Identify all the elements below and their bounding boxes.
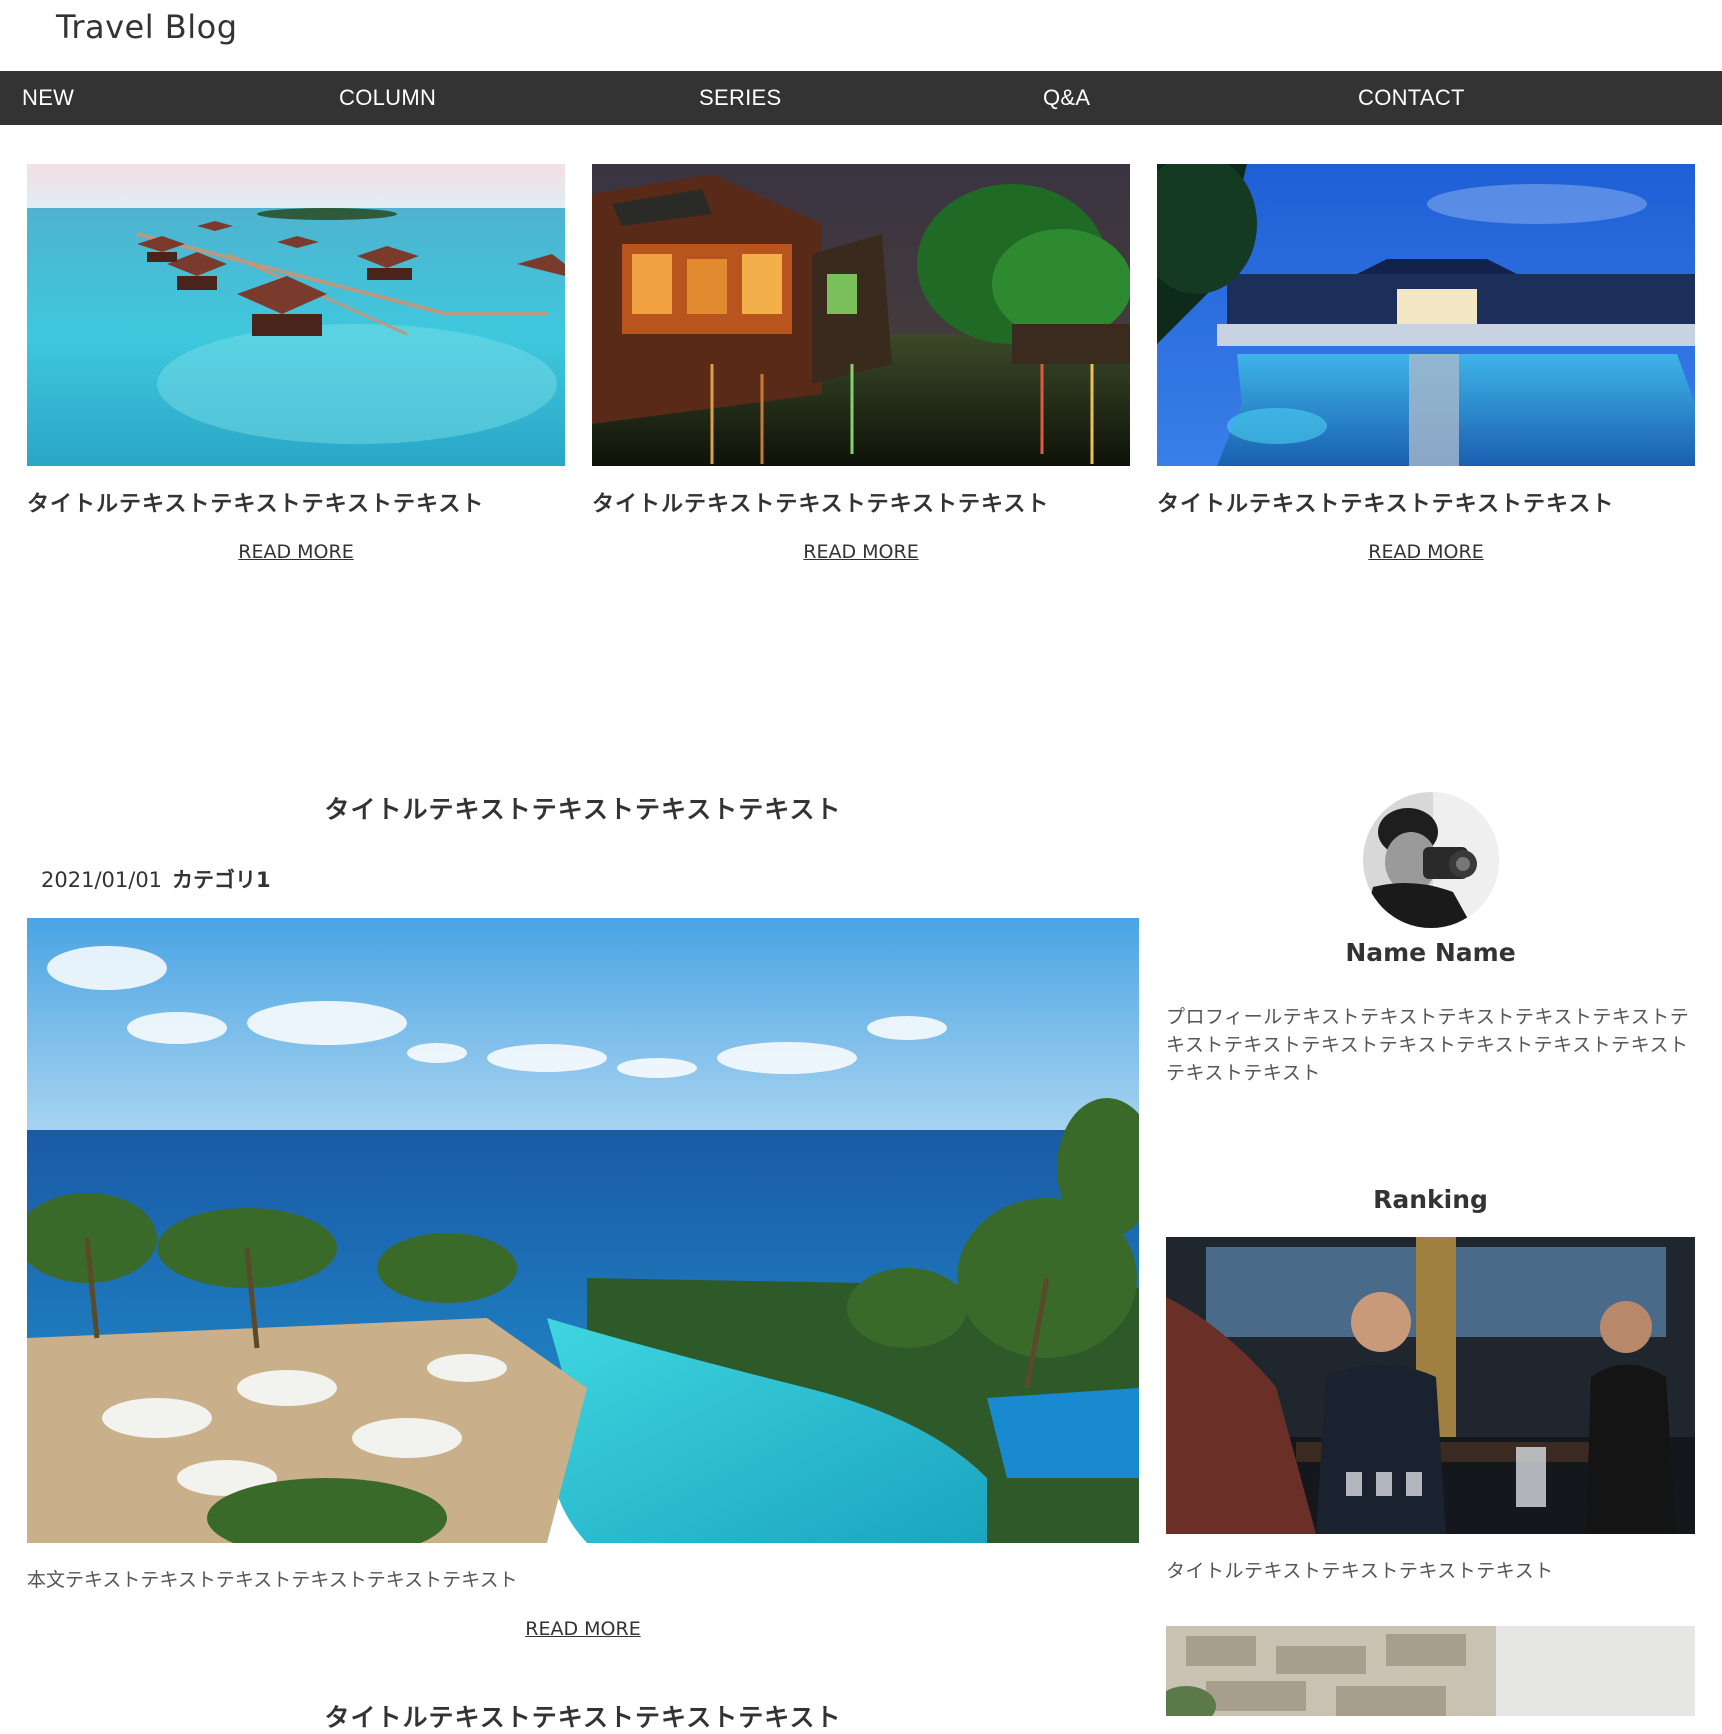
site-header: Travel Blog [0, 0, 1722, 71]
article-image[interactable] [27, 918, 1139, 1543]
featured-card-title[interactable]: タイトルテキストテキストテキストテキスト [27, 486, 565, 518]
cafe-baristas-photo [1166, 1237, 1695, 1534]
nav-item-qa[interactable]: Q&A [1043, 71, 1090, 125]
global-nav: NEW COLUMN SERIES Q&A CONTACT [0, 71, 1722, 125]
featured-card-image[interactable] [592, 164, 1130, 466]
ranking-item-image[interactable] [1166, 1626, 1695, 1716]
ocean-resort-pool-photo [27, 918, 1139, 1543]
article-body: 本文テキストテキストテキストテキストテキストテキスト [27, 1569, 518, 1591]
photographer-avatar [1362, 792, 1499, 928]
article-date: 2021/01/01 [41, 868, 163, 892]
next-article-title[interactable]: タイトルテキストテキストテキストテキスト [27, 1698, 1139, 1734]
ranking-heading: Ranking [1373, 1185, 1488, 1214]
resort-pool-night-photo [1157, 164, 1695, 466]
featured-card: タイトルテキストテキストテキストテキスト READ MORE [592, 164, 1130, 563]
featured-card: タイトルテキストテキストテキストテキスト READ MORE [1157, 164, 1695, 563]
stone-wall-photo [1166, 1626, 1695, 1716]
featured-card-title[interactable]: タイトルテキストテキストテキストテキスト [1157, 486, 1695, 518]
ranking-item-title[interactable]: タイトルテキストテキストテキストテキスト [1166, 1556, 1695, 1583]
article-title[interactable]: タイトルテキストテキストテキストテキスト [27, 790, 1139, 826]
read-more-link[interactable]: READ MORE [27, 541, 565, 563]
featured-card: タイトルテキストテキストテキストテキスト READ MORE [27, 164, 565, 563]
read-more-link[interactable]: READ MORE [27, 1618, 1139, 1640]
avatar [1362, 792, 1499, 928]
sidebar: Name Name プロフィールテキストテキストテキストテキストテキストテキスト… [1166, 792, 1695, 1716]
profile-text: プロフィールテキストテキストテキストテキストテキストテキストテキストテキストテキ… [1166, 1006, 1690, 1084]
article-meta: 2021/01/01 カテゴリ1 [27, 864, 1139, 894]
read-more-link[interactable]: READ MORE [592, 541, 1130, 563]
canal-town-night-photo [592, 164, 1130, 466]
article-category[interactable]: カテゴリ1 [172, 868, 271, 892]
nav-item-new[interactable]: NEW [22, 71, 74, 125]
nav-item-column[interactable]: COLUMN [339, 71, 436, 125]
article: タイトルテキストテキストテキストテキスト 2021/01/01 カテゴリ1 本文… [27, 790, 1139, 1640]
overwater-villas-photo [27, 164, 565, 466]
featured-card-title[interactable]: タイトルテキストテキストテキストテキスト [592, 486, 1130, 518]
featured-card-image[interactable] [27, 164, 565, 466]
read-more-link[interactable]: READ MORE [1157, 541, 1695, 563]
nav-item-series[interactable]: SERIES [699, 71, 782, 125]
ranking-item-image[interactable] [1166, 1237, 1695, 1534]
nav-item-contact[interactable]: CONTACT [1358, 71, 1465, 125]
profile-name: Name Name [1345, 938, 1516, 967]
featured-card-image[interactable] [1157, 164, 1695, 466]
site-title-link[interactable]: Travel Blog [56, 8, 238, 46]
